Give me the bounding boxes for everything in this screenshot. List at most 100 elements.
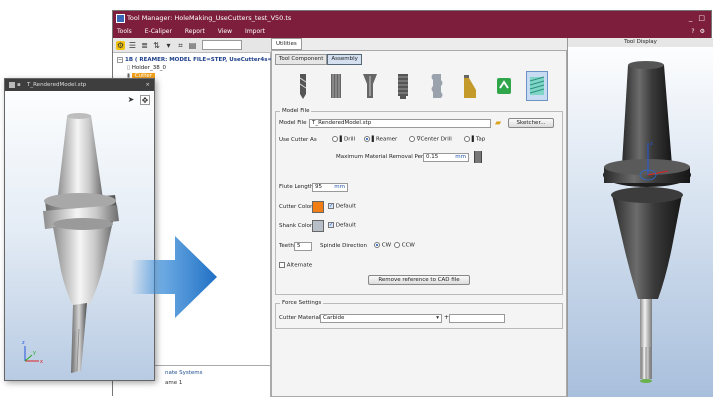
max-removal-value: 0.15	[426, 154, 439, 160]
teeth-input[interactable]: 5	[294, 242, 312, 251]
model-preview-window: ▪ T_RenderedModel.stp × ➤ ✥ z x y	[4, 78, 155, 381]
cutter-material-value: Carbide	[323, 315, 345, 321]
option-center-drill[interactable]: ∇Center Drill	[409, 136, 452, 143]
shank-color-swatch[interactable]	[312, 220, 324, 232]
option-tap[interactable]: ▌Tap	[464, 136, 485, 143]
form-cutter-button[interactable]	[426, 71, 448, 101]
remove-cad-reference-button[interactable]: Remove reference to CAD file	[368, 275, 470, 285]
folder-icon[interactable]: ▰	[495, 118, 501, 127]
spindle-cw-option[interactable]: CW	[374, 242, 391, 249]
settings-icon[interactable]: ⚙	[700, 26, 705, 38]
collapse-icon[interactable]: −	[117, 57, 123, 63]
menu-e-caliper[interactable]: E-Caliper	[145, 26, 185, 38]
sketcher-button[interactable]: Sketcher...	[508, 118, 554, 128]
minimize-button[interactable]: _	[689, 11, 693, 26]
tap-cutter-button[interactable]	[392, 71, 414, 101]
preview-reamer-model	[71, 303, 87, 373]
coordinate-systems-label[interactable]: nate Systems	[165, 370, 203, 376]
frame-label[interactable]: ame 1	[165, 380, 182, 386]
center-panel: Utilities Tool Component Assembly Model …	[271, 38, 567, 397]
preview-title-bar: ▪ T_RenderedModel.stp ×	[5, 79, 154, 91]
chevron-down-icon[interactable]: ▾	[436, 315, 441, 322]
reamer-cutter-button[interactable]	[325, 71, 347, 101]
shank-color-label: Shank Color	[279, 223, 313, 229]
tree-holder-label: Holder_38_0	[131, 65, 166, 71]
tab-assembly[interactable]: Assembly	[327, 54, 362, 65]
option-drill-label: Drill	[343, 136, 356, 143]
tab-tool-component[interactable]: Tool Component	[275, 54, 328, 65]
alternate-option[interactable]: Alternate	[279, 262, 312, 269]
display-axis-z: z	[650, 141, 653, 147]
radio-drill[interactable]	[332, 136, 338, 142]
force-settings-legend: Force Settings	[280, 300, 324, 306]
menu-report[interactable]: Report	[185, 26, 218, 38]
shank-color-default[interactable]: ✓ Default	[328, 222, 356, 229]
radio-reamer[interactable]	[364, 136, 370, 142]
cutter-material-extra-input[interactable]	[449, 314, 505, 323]
preview-pin-icon[interactable]: ▪	[17, 79, 21, 91]
preview-close-icon[interactable]: ×	[145, 79, 150, 91]
library-icon[interactable]: ▤	[188, 41, 197, 50]
cutter-color-swatch[interactable]	[312, 201, 324, 213]
tab-utilities[interactable]: Utilities	[271, 38, 302, 50]
swap-icon	[496, 78, 511, 94]
spindle-ccw-option[interactable]: CCW	[394, 242, 415, 249]
option-tap-label: Tap	[475, 136, 486, 143]
option-reamer[interactable]: ▌Reamer	[364, 136, 397, 143]
radio-cw[interactable]	[374, 242, 380, 248]
help-icons: ? ⚙	[691, 26, 705, 38]
option-center-drill-label: Center Drill	[420, 136, 452, 143]
model-file-input[interactable]: T_RenderedModel.stp	[309, 119, 491, 128]
reamer-model	[640, 299, 652, 383]
sort-icon[interactable]: ⇅	[152, 41, 161, 50]
cutter-default-checkbox[interactable]: ✓	[328, 203, 334, 209]
component-subtabs: Tool Component Assembly	[275, 54, 362, 65]
center-tabs: Utilities	[271, 38, 303, 50]
tree-root-label: 1B ( REAMER: MODEL FILE=STEP, UseCutter4…	[125, 57, 273, 63]
flute-length-input[interactable]: 95 mm	[312, 183, 348, 192]
gear-icon[interactable]: ⚙	[116, 40, 125, 50]
transition-arrow-icon	[131, 236, 217, 318]
shank-default-checkbox[interactable]: ✓	[328, 222, 334, 228]
insert-cutter-button[interactable]	[459, 71, 481, 101]
tree-item-root[interactable]: −1B ( REAMER: MODEL FILE=STEP, UseCutter…	[117, 57, 272, 63]
toolbar: ⚙ ☰ ≣ ⇅ ▾ ⌗ ▤	[113, 38, 271, 53]
mill-cutter-button[interactable]	[525, 71, 548, 101]
menu-bar: Tools E-Caliper Report View Import	[113, 26, 711, 38]
radio-tap[interactable]	[464, 136, 470, 142]
drill-cutter-button[interactable]	[292, 71, 314, 101]
menu-tools[interactable]: Tools	[117, 26, 145, 38]
radio-ccw[interactable]	[394, 242, 400, 248]
tool-display-viewport[interactable]: z	[568, 47, 714, 397]
swap-cutter-button[interactable]	[493, 71, 515, 101]
reamer-preview-icon	[472, 150, 484, 164]
radio-center-drill[interactable]	[409, 136, 415, 142]
menu-import[interactable]: Import	[245, 26, 278, 38]
alternate-label: Alternate	[286, 262, 313, 269]
form-cutter-icon	[431, 74, 443, 98]
center-drill-cutter-button[interactable]	[359, 71, 381, 101]
cutter-default-label: Default	[335, 203, 356, 210]
preview-holder-model	[43, 113, 119, 307]
filter-icon[interactable]: ▾	[164, 41, 173, 50]
cutter-color-default[interactable]: ✓ Default	[328, 203, 356, 210]
option-drill[interactable]: ▌Drill	[332, 136, 355, 143]
preview-axis-x: x	[40, 359, 43, 365]
tool-form-panel: Tool Component Assembly Model File Model…	[271, 50, 567, 397]
alternate-checkbox[interactable]	[279, 262, 285, 268]
help-icon[interactable]: ?	[691, 26, 694, 38]
tree-item-holder[interactable]: ▯ Holder_38_0	[127, 65, 166, 71]
tree-view-icon[interactable]: ☰	[128, 41, 137, 50]
max-removal-input[interactable]: 0.15 mm	[423, 153, 469, 162]
force-settings-group: Force Settings Cutter Material Carbide ▾ …	[275, 300, 563, 329]
cutter-material-select[interactable]: Carbide ▾	[320, 314, 442, 323]
shank-default-label: Default	[335, 222, 356, 229]
cutter-color-label: Cutter Color	[279, 204, 313, 210]
list-view-icon[interactable]: ≣	[140, 41, 149, 50]
menu-view[interactable]: View	[218, 26, 245, 38]
tool-display-panel: Tool Display z	[567, 38, 713, 397]
ccw-label: CCW	[401, 242, 415, 249]
group-icon[interactable]: ⌗	[176, 41, 185, 50]
toolbar-select[interactable]	[202, 40, 242, 50]
maximize-button[interactable]: □	[698, 11, 705, 26]
